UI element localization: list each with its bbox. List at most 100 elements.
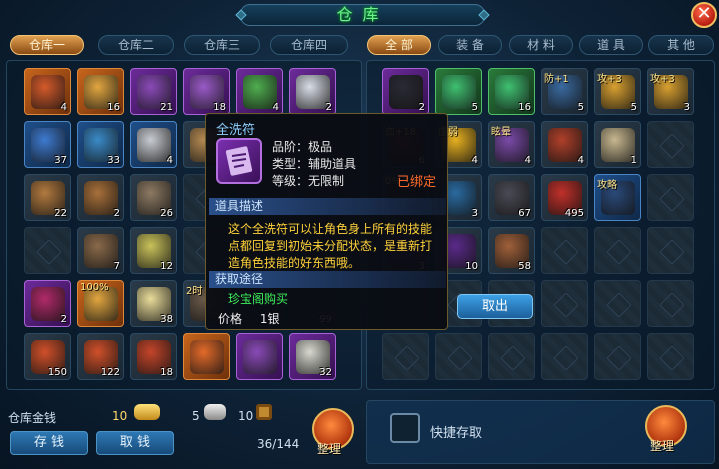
take-out-button[interactable]: 取出 (457, 294, 533, 319)
capacity-counter: 36/144 (257, 437, 300, 451)
tab-bag-all[interactable]: 全 部 (367, 35, 431, 55)
slot-count: 16 (518, 102, 531, 113)
warehouse-slot[interactable]: 2 (77, 174, 124, 221)
warehouse-slot[interactable]: 18 (183, 68, 230, 115)
slot-count: 10 (465, 261, 478, 272)
slot-count: 2 (418, 102, 425, 113)
bag-slot[interactable] (647, 121, 694, 168)
tab-warehouse-3[interactable]: 仓库三 (184, 35, 260, 55)
bag-slot[interactable]: 5 (435, 68, 482, 115)
tab-bag-other[interactable]: 其 他 (648, 35, 714, 55)
bag-slot[interactable]: 58 (488, 227, 535, 274)
tab-warehouse-1[interactable]: 仓库一 (10, 35, 84, 55)
slot-count: 5 (630, 102, 637, 113)
title-right-gem-icon (478, 9, 490, 21)
title-left-gem-icon (235, 9, 247, 21)
bag-slot[interactable] (647, 174, 694, 221)
slot-count: 18 (160, 367, 173, 378)
warehouse-slot[interactable]: 22 (24, 174, 71, 221)
bag-slot[interactable]: 2 (382, 68, 429, 115)
warehouse-slot[interactable]: 4 (24, 68, 71, 115)
slot-tag: 攻略 (597, 180, 617, 191)
warehouse-slot[interactable]: 33 (77, 121, 124, 168)
warehouse-slot[interactable]: 2 (24, 280, 71, 327)
bag-slot[interactable]: 攻略 (594, 174, 641, 221)
tab-bag-equipment[interactable]: 装 备 (438, 35, 502, 55)
tab-bag-items[interactable]: 道 具 (579, 35, 643, 55)
tooltip-grade: 品阶：极品 (272, 140, 333, 154)
quick-store-checkbox[interactable] (390, 413, 420, 443)
item-icon (243, 340, 277, 374)
slot-count: 3 (471, 208, 478, 219)
window-title-text: 仓库 (336, 5, 389, 24)
warehouse-slot[interactable] (236, 333, 283, 380)
tab-warehouse-4[interactable]: 仓库四 (270, 35, 348, 55)
warehouse-slot[interactable]: 4 (236, 68, 283, 115)
bag-slot[interactable]: 67 (488, 174, 535, 221)
slot-tag: 攻+3 (597, 74, 622, 85)
bag-slot[interactable]: 攻+3 3 (647, 68, 694, 115)
warehouse-slot[interactable]: 32 (289, 333, 336, 380)
bag-slot[interactable]: 1 (594, 121, 641, 168)
bag-slot[interactable] (382, 333, 429, 380)
warehouse-slot[interactable]: 16 (77, 68, 124, 115)
bag-slot[interactable]: 16 (488, 68, 535, 115)
warehouse-slot[interactable]: 18 (130, 333, 177, 380)
bag-slot[interactable] (435, 333, 482, 380)
tooltip-type: 类型：辅助道具 (272, 157, 357, 171)
copper-amount: 10 (238, 409, 254, 423)
tooltip-price-value: 1银 (259, 312, 280, 326)
sort-bag-label: 整理 (650, 439, 675, 453)
slot-count: 4 (577, 155, 584, 166)
warehouse-slot[interactable]: 37 (24, 121, 71, 168)
tab-bag-materials[interactable]: 材 料 (509, 35, 573, 55)
warehouse-money-label: 仓库金钱 (8, 411, 57, 425)
bag-slot[interactable] (488, 333, 535, 380)
slot-count: 4 (524, 155, 531, 166)
slot-count: 495 (564, 208, 584, 219)
bag-slot[interactable]: 攻+3 5 (594, 68, 641, 115)
warehouse-slot[interactable]: 7 (77, 227, 124, 274)
warehouse-slot[interactable]: 21 (130, 68, 177, 115)
withdraw-money-button[interactable]: 取 钱 (96, 431, 174, 455)
bag-slot[interactable]: 4 (541, 121, 588, 168)
deposit-money-button[interactable]: 存 钱 (10, 431, 88, 455)
bag-slot[interactable] (594, 227, 641, 274)
warehouse-slot[interactable] (183, 333, 230, 380)
bag-slot[interactable] (647, 280, 694, 327)
bag-slot[interactable]: 眩晕 4 (488, 121, 535, 168)
warehouse-slot[interactable]: 100% (77, 280, 124, 327)
bag-slot[interactable] (647, 227, 694, 274)
bag-slot[interactable] (594, 333, 641, 380)
bag-slot[interactable] (541, 280, 588, 327)
warehouse-slot[interactable] (24, 227, 71, 274)
tooltip-price: 价格 1银 (218, 310, 279, 327)
warehouse-slot[interactable]: 4 (130, 121, 177, 168)
warehouse-slot[interactable]: 26 (130, 174, 177, 221)
warehouse-slot[interactable]: 122 (77, 333, 124, 380)
tooltip-level: 等级：无限制 (272, 174, 345, 188)
slot-count: 58 (518, 261, 531, 272)
slot-count: 5 (577, 102, 584, 113)
tooltip-price-label: 价格 (218, 312, 243, 326)
tooltip-desc-header: 道具描述 (209, 198, 446, 215)
bag-slot[interactable]: 495 (541, 174, 588, 221)
bag-slot[interactable] (541, 333, 588, 380)
slot-count: 32 (319, 367, 332, 378)
warehouse-slot[interactable]: 12 (130, 227, 177, 274)
slot-tag: 2时 (186, 286, 203, 297)
warehouse-slot[interactable]: 2 (289, 68, 336, 115)
close-icon[interactable]: ✕ (691, 2, 717, 28)
warehouse-slot[interactable]: 38 (130, 280, 177, 327)
bag-slot[interactable]: 防+1 5 (541, 68, 588, 115)
slot-count: 12 (160, 261, 173, 272)
bag-slot[interactable] (647, 333, 694, 380)
slot-count: 2 (113, 208, 120, 219)
warehouse-slot[interactable]: 150 (24, 333, 71, 380)
bag-slot[interactable] (541, 227, 588, 274)
tab-warehouse-2[interactable]: 仓库二 (98, 35, 174, 55)
sort-warehouse-label: 整理 (317, 442, 342, 456)
slot-count: 150 (47, 367, 67, 378)
wash-talisman-icon (216, 138, 262, 184)
bag-slot[interactable] (594, 280, 641, 327)
